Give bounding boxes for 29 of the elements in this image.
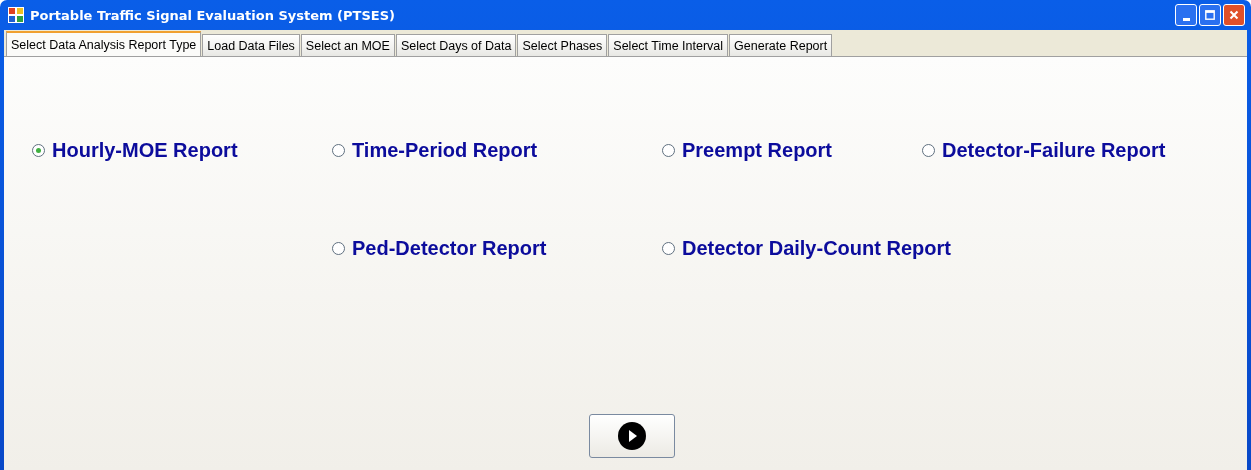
tab[interactable]: Select an MOE bbox=[300, 34, 395, 56]
close-button[interactable] bbox=[1223, 4, 1245, 26]
close-icon bbox=[1227, 8, 1241, 22]
radio-button[interactable] bbox=[662, 242, 675, 255]
radio-label[interactable]: Hourly-MOE Report bbox=[52, 139, 238, 162]
radio-button[interactable] bbox=[922, 144, 935, 157]
radio-label[interactable]: Detector-Failure Report bbox=[942, 139, 1166, 162]
run-button[interactable] bbox=[588, 414, 675, 458]
radio-label[interactable]: Detector Daily-Count Report bbox=[682, 237, 951, 260]
minimize-icon bbox=[1182, 17, 1190, 21]
maximize-icon bbox=[1203, 8, 1217, 22]
radio-button[interactable] bbox=[332, 242, 345, 255]
maximize-button[interactable] bbox=[1199, 4, 1221, 26]
radio-button[interactable] bbox=[32, 144, 45, 157]
minimize-button[interactable] bbox=[1175, 4, 1197, 26]
tab[interactable]: Select Data Analysis Report Type bbox=[6, 31, 202, 56]
tab[interactable]: Generate Report bbox=[729, 34, 833, 56]
app-icon bbox=[8, 7, 24, 23]
radio-label[interactable]: Time-Period Report bbox=[352, 139, 538, 162]
tab[interactable]: Select Days of Data bbox=[395, 34, 517, 56]
radio-label[interactable]: Ped-Detector Report bbox=[352, 237, 547, 260]
tab[interactable]: Select Phases bbox=[517, 34, 608, 56]
play-icon bbox=[616, 421, 647, 451]
tab[interactable]: Select Time Interval bbox=[608, 34, 729, 56]
radio-button[interactable] bbox=[662, 144, 675, 157]
radio-label[interactable]: Preempt Report bbox=[682, 139, 833, 162]
radio-button[interactable] bbox=[332, 144, 345, 157]
tab[interactable]: Load Data Files bbox=[202, 34, 300, 56]
window-title: Portable Traffic Signal Evaluation System (PTSES) bbox=[30, 7, 395, 23]
